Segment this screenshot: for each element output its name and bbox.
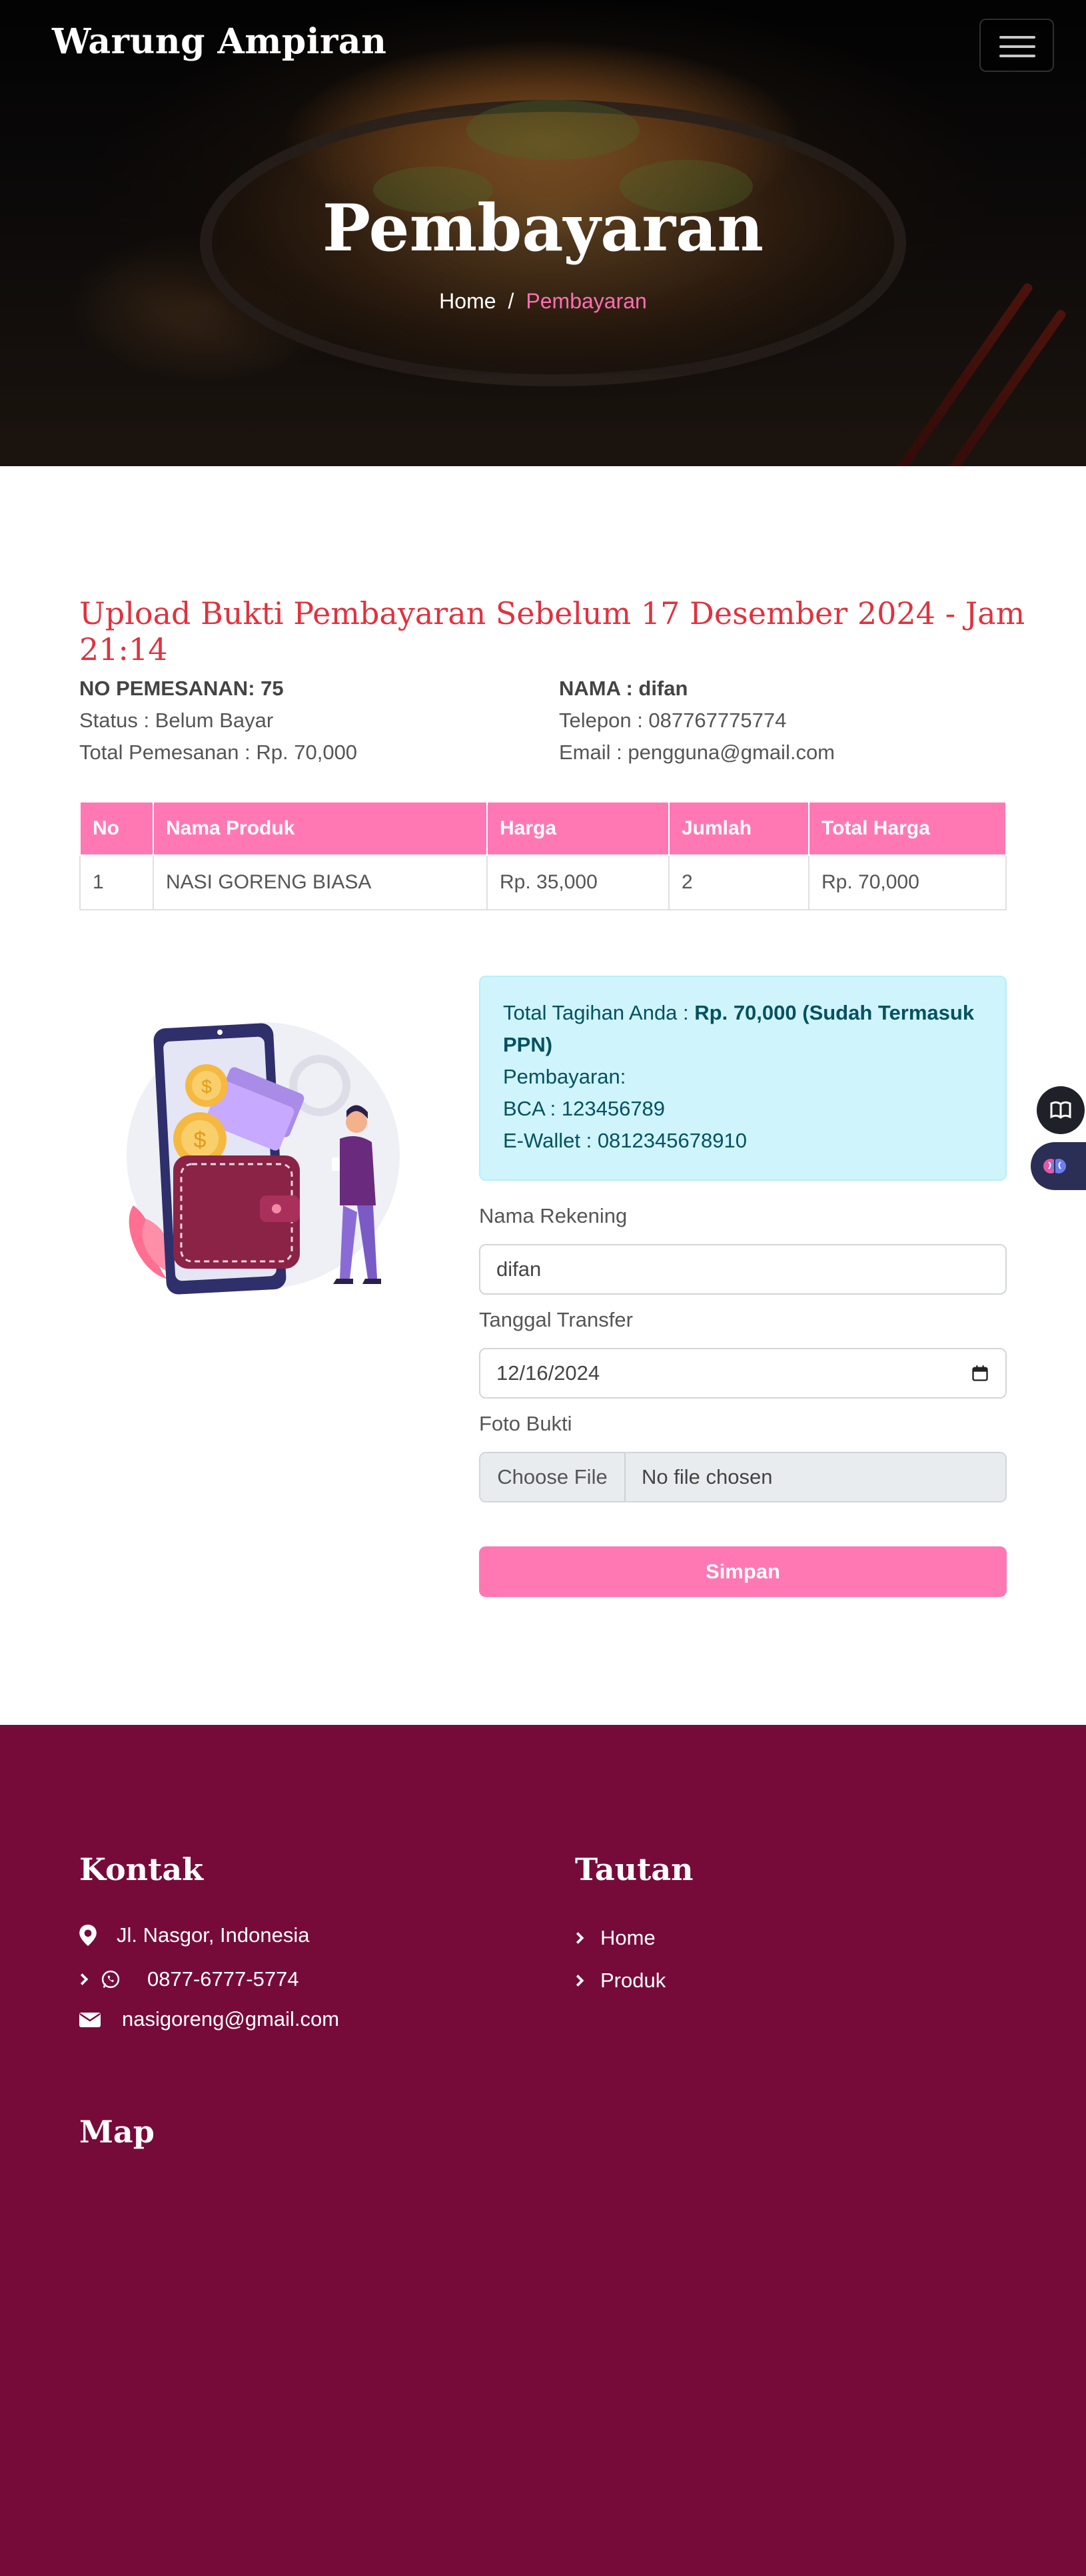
order-items-table: No Nama Produk Harga Jumlah Total Harga … bbox=[79, 801, 1007, 910]
hamburger-menu-icon[interactable] bbox=[979, 19, 1054, 72]
transfer-date-label: Tanggal Transfer bbox=[479, 1308, 633, 1331]
map-marker-icon bbox=[79, 1925, 97, 1946]
chevron-right-icon bbox=[576, 1975, 584, 1987]
calendar-icon[interactable] bbox=[971, 1364, 989, 1383]
col-header-qty: Jumlah bbox=[668, 801, 810, 856]
footer-link-home[interactable]: Home bbox=[575, 1926, 656, 1950]
table-header-row: No Nama Produk Harga Jumlah Total Harga bbox=[79, 801, 1007, 856]
footer-link-home-label[interactable]: Home bbox=[600, 1926, 656, 1950]
col-header-no: No bbox=[79, 801, 154, 856]
order-status: Status : Belum Bayar bbox=[79, 709, 274, 732]
customer-phone: Telepon : 087767775774 bbox=[559, 709, 787, 732]
breadcrumb-separator: / bbox=[508, 289, 514, 313]
svg-text:$: $ bbox=[194, 1127, 207, 1153]
whatsapp-icon bbox=[101, 1970, 120, 1989]
chevron-right-icon bbox=[80, 1973, 89, 1985]
payment-methods-title: Pembayaran: bbox=[503, 1065, 626, 1088]
ai-widget-button[interactable] bbox=[1031, 1142, 1086, 1190]
brand-logo[interactable]: Warung Ampiran bbox=[52, 21, 386, 62]
footer-link-produk-label[interactable]: Produk bbox=[600, 1969, 666, 1993]
account-name-input[interactable]: difan bbox=[479, 1244, 1007, 1295]
proof-photo-label: Foto Bukti bbox=[479, 1412, 572, 1435]
cell-total: Rp. 70,000 bbox=[808, 854, 1007, 910]
breadcrumb: Home / Pembayaran bbox=[0, 289, 1086, 314]
transfer-date-value: 12/16/2024 bbox=[496, 1361, 600, 1385]
bill-info-alert: Total Tagihan Anda : Rp. 70,000 (Sudah T… bbox=[479, 976, 1007, 1181]
table-row: 1 NASI GORENG BIASA Rp. 35,000 2 Rp. 70,… bbox=[79, 854, 1007, 910]
order-total: Total Pemesanan : Rp. 70,000 bbox=[79, 741, 358, 764]
bill-prefix: Total Tagihan Anda : bbox=[503, 1001, 695, 1024]
breadcrumb-current: Pembayaran bbox=[526, 289, 647, 313]
proof-file-input[interactable]: Choose File No file chosen bbox=[479, 1452, 1007, 1502]
reader-widget-button[interactable] bbox=[1037, 1086, 1085, 1134]
footer-map-title: Map bbox=[79, 2114, 155, 2150]
footer-phone-text[interactable]: 0877-6777-5774 bbox=[147, 1967, 299, 1991]
order-info-left: NO PEMESANAN: 75 Status : Belum Bayar To… bbox=[79, 673, 357, 769]
envelope-icon bbox=[79, 2013, 101, 2027]
col-header-product: Nama Produk bbox=[153, 801, 488, 856]
footer-contact-title: Kontak bbox=[79, 1851, 204, 1887]
svg-text:$: $ bbox=[201, 1076, 212, 1097]
footer-address-text: Jl. Nasgor, Indonesia bbox=[117, 1923, 310, 1947]
account-name-label: Nama Rekening bbox=[479, 1204, 628, 1227]
customer-email: Email : pengguna@gmail.com bbox=[559, 741, 835, 764]
col-header-price: Harga bbox=[486, 801, 670, 856]
cell-price: Rp. 35,000 bbox=[486, 854, 670, 910]
map-embed[interactable] bbox=[79, 2178, 1007, 2524]
footer-link-produk[interactable]: Produk bbox=[575, 1969, 666, 1993]
payment-deadline-heading: Upload Bukti Pembayaran Sebelum 17 Desem… bbox=[79, 595, 1025, 667]
brain-icon bbox=[1043, 1159, 1066, 1173]
hero-banner: Warung Ampiran Pembayaran Home / Pembayara… bbox=[0, 0, 1086, 466]
cell-product: NASI GORENG BIASA bbox=[153, 854, 488, 910]
footer-email: nasigoreng@gmail.com bbox=[79, 2007, 339, 2031]
col-header-total: Total Harga bbox=[808, 801, 1007, 856]
order-info-right: NAMA : difan Telepon : 087767775774 Emai… bbox=[559, 673, 835, 769]
footer-links-title: Tautan bbox=[575, 1851, 694, 1887]
footer-address: Jl. Nasgor, Indonesia bbox=[79, 1923, 310, 1947]
payment-ewallet: E-Wallet : 0812345678910 bbox=[503, 1129, 747, 1152]
save-button[interactable]: Simpan bbox=[479, 1546, 1007, 1597]
chevron-right-icon bbox=[576, 1932, 584, 1944]
cell-qty: 2 bbox=[668, 854, 810, 910]
book-icon bbox=[1050, 1101, 1071, 1119]
payment-bca: BCA : 123456789 bbox=[503, 1097, 666, 1120]
breadcrumb-home-link[interactable]: Home bbox=[439, 289, 496, 313]
page-title: Pembayaran bbox=[322, 190, 764, 266]
customer-name: NAMA : difan bbox=[559, 677, 688, 700]
wallet-payment-illustration: $ $ bbox=[127, 1022, 400, 1295]
choose-file-button[interactable]: Choose File bbox=[480, 1453, 626, 1501]
footer-email-text[interactable]: nasigoreng@gmail.com bbox=[122, 2007, 339, 2031]
transfer-date-input[interactable]: 12/16/2024 bbox=[479, 1348, 1007, 1399]
file-status: No file chosen bbox=[642, 1465, 773, 1488]
order-number: NO PEMESANAN: 75 bbox=[79, 677, 284, 700]
cell-no: 1 bbox=[79, 854, 154, 910]
footer-phone: 0877-6777-5774 bbox=[79, 1967, 299, 1991]
site-footer: Kontak Jl. Nasgor, Indonesia 0877-6777-5… bbox=[0, 1725, 1086, 2576]
